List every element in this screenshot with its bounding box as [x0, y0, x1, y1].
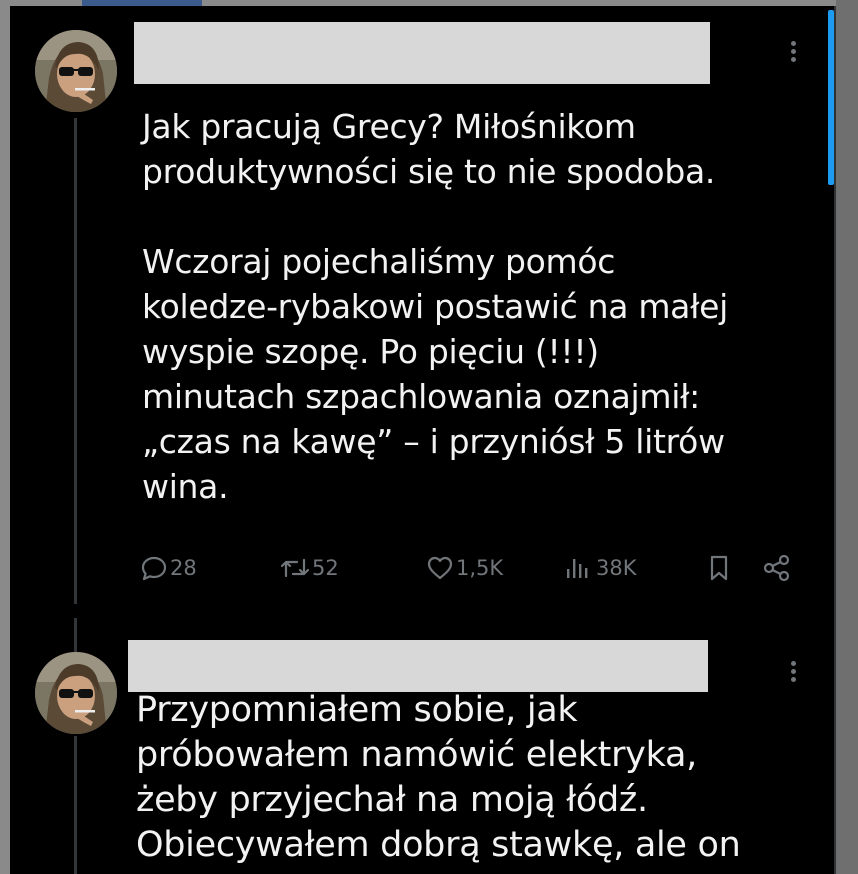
- views-button[interactable]: 38K: [564, 550, 637, 586]
- window-frame-left: [0, 0, 10, 874]
- views-count: 38K: [596, 556, 637, 580]
- thread-connector-line: [74, 736, 77, 874]
- bookmark-button[interactable]: [706, 550, 734, 586]
- reply-icon: [141, 556, 167, 581]
- post-text: Jak pracują Grecy? Miłośnikom produktywn…: [142, 107, 729, 506]
- reply-count: 28: [170, 556, 197, 580]
- more-options-icon[interactable]: [788, 38, 798, 65]
- share-icon: [763, 554, 790, 582]
- author-name-redacted: [134, 22, 710, 84]
- thread-connector-line: [74, 618, 77, 656]
- window-frame-right: [836, 0, 858, 874]
- repost-count: 52: [312, 556, 339, 580]
- like-button[interactable]: 1,5K: [426, 550, 503, 586]
- scrollbar-thumb[interactable]: [828, 10, 834, 185]
- repost-button[interactable]: 52: [280, 550, 339, 586]
- like-icon: [427, 556, 453, 580]
- post-text: Przypomniałem sobie, jak próbowałem namó…: [136, 690, 741, 865]
- avatar[interactable]: [35, 652, 117, 734]
- window-tab-accent: [82, 0, 202, 6]
- share-button[interactable]: [762, 550, 794, 586]
- reply-button[interactable]: 28: [140, 550, 197, 586]
- post-actions: 28 52 1,5K 38K: [140, 550, 800, 586]
- scrollbar-track[interactable]: [834, 6, 836, 874]
- author-name-redacted: [128, 640, 708, 692]
- bookmark-icon: [710, 555, 728, 581]
- views-icon: [567, 559, 588, 578]
- avatar[interactable]: [35, 30, 117, 112]
- more-options-icon[interactable]: [788, 658, 798, 685]
- thread-connector-line: [74, 118, 77, 604]
- like-count: 1,5K: [456, 556, 504, 580]
- repost-icon: [280, 558, 310, 578]
